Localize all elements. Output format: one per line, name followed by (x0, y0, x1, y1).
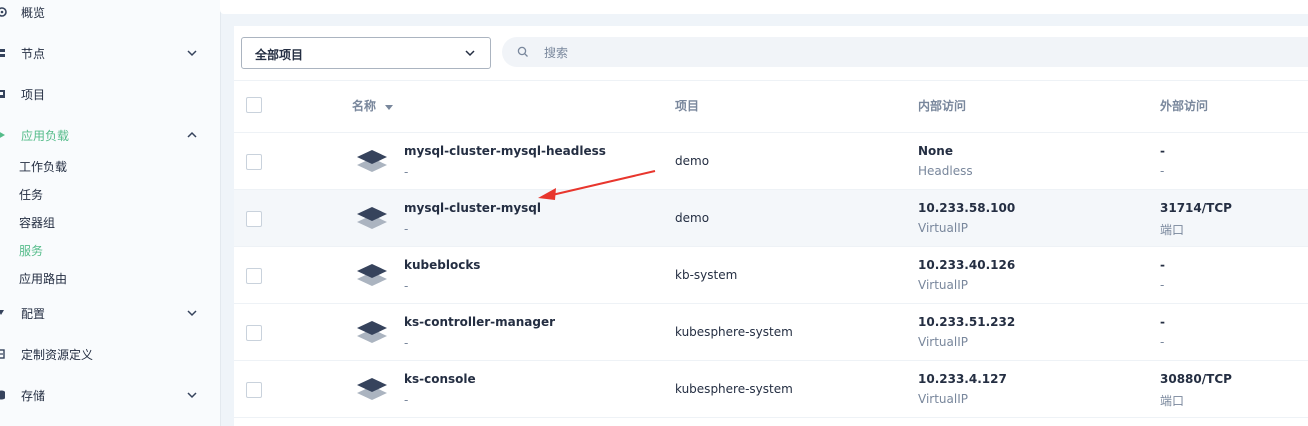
nav-item-crd[interactable]: 定制资源定义 (0, 342, 220, 366)
nav-label: 概览 (21, 5, 46, 20)
column-header-internal-access: 内部访问 (918, 99, 967, 113)
project-select[interactable]: 全部项目 (241, 37, 491, 69)
external-access-value: - (1160, 315, 1165, 329)
toolbar: 全部项目 (234, 26, 1308, 81)
sort-desc-icon[interactable] (384, 102, 394, 112)
row-checkbox[interactable] (246, 154, 262, 170)
column-header-name-label: 名称 (352, 99, 377, 113)
project-select-value: 全部项目 (255, 48, 304, 62)
internal-access-type: VirtualIP (918, 335, 968, 349)
internal-access-value: None (918, 144, 953, 158)
row-checkbox[interactable] (246, 211, 262, 227)
internal-access-value: 10.233.40.126 (918, 258, 1016, 272)
external-access-value: 30880/TCP (1160, 372, 1232, 386)
service-description: - (404, 222, 409, 236)
internal-access-type: VirtualIP (918, 278, 968, 292)
dashboard-icon (0, 7, 7, 17)
column-header-external-access: 外部访问 (1160, 99, 1209, 113)
external-access-type: - (1160, 335, 1165, 349)
external-access-value: - (1160, 144, 1165, 158)
search-icon (517, 46, 528, 57)
sidebar: 概览 节点 项目 应用负载 工作负载 任务 容器组 服务 应用路由 配置 定制资… (0, 0, 221, 426)
external-access-type: - (1160, 278, 1165, 292)
nav-item-app-workloads[interactable]: 应用负载 (0, 123, 220, 147)
internal-access-type: VirtualIP (918, 221, 968, 235)
table-row[interactable]: ks-controller-manager - kubesphere-syste… (234, 304, 1308, 361)
nav-item-nodes[interactable]: 节点 (0, 41, 220, 65)
internal-access-value: 10.233.58.100 (918, 201, 1016, 215)
storage-icon (0, 390, 5, 400)
project-cell: demo (675, 211, 710, 225)
service-name-link[interactable]: mysql-cluster-mysql (404, 201, 541, 215)
chevron-up-icon (187, 131, 197, 138)
table-row[interactable]: ks-console - kubesphere-system 10.233.4.… (234, 361, 1308, 418)
project-cell: demo (675, 154, 710, 168)
sub-item-routes[interactable]: 应用路由 (19, 269, 67, 289)
service-description: - (404, 336, 409, 350)
table-row[interactable]: mysql-cluster-mysql - demo 10.233.58.100… (234, 190, 1308, 247)
service-description: - (404, 165, 409, 179)
crd-icon (0, 349, 5, 359)
nav-label: 存储 (21, 388, 46, 403)
internal-access-value: 10.233.51.232 (918, 315, 1016, 329)
service-icon (357, 207, 387, 229)
config-icon (0, 310, 4, 315)
chevron-down-icon (187, 392, 197, 399)
search-input[interactable] (542, 43, 1046, 63)
service-name-link[interactable]: mysql-cluster-mysql-headless (404, 144, 606, 158)
internal-access-type: VirtualIP (918, 392, 968, 406)
external-access-value: - (1160, 258, 1165, 272)
sub-item-workloads[interactable]: 工作负载 (19, 157, 67, 177)
nav-label: 应用负载 (21, 128, 70, 143)
external-access-type: 端口 (1160, 394, 1185, 408)
chevron-down-icon (187, 310, 197, 317)
nav-label: 节点 (21, 46, 46, 61)
internal-access-type: Headless (918, 164, 973, 178)
external-access-type: 端口 (1160, 223, 1185, 237)
internal-access-value: 10.233.4.127 (918, 372, 1007, 386)
service-description: - (404, 393, 409, 407)
external-access-value: 31714/TCP (1160, 201, 1232, 215)
project-icon (0, 90, 5, 98)
nav-item-storage[interactable]: 存储 (0, 383, 220, 407)
services-panel: 全部项目 名称 项目 内部访问 外部访问 mysql-cluster-mysql… (234, 26, 1308, 426)
sub-item-services[interactable]: 服务 (19, 241, 43, 261)
appworkload-icon (0, 132, 5, 138)
nav-item-projects[interactable]: 项目 (0, 82, 220, 106)
server-icon (0, 49, 5, 57)
table-row[interactable]: mysql-cluster-mysql-headless - demo None… (234, 133, 1308, 190)
row-checkbox[interactable] (246, 268, 262, 284)
nav-label: 配置 (21, 306, 46, 321)
sub-item-pods[interactable]: 容器组 (19, 213, 55, 233)
nav-item-config[interactable]: 配置 (0, 301, 220, 325)
service-icon (357, 321, 387, 343)
chevron-down-icon (465, 50, 475, 57)
service-name-link[interactable]: kubeblocks (404, 258, 480, 272)
row-checkbox[interactable] (246, 382, 262, 398)
table-row[interactable]: kubeblocks - kb-system 10.233.40.126 Vir… (234, 247, 1308, 304)
column-header-project: 项目 (675, 99, 700, 113)
sub-item-jobs[interactable]: 任务 (19, 185, 43, 205)
table-header: 名称 项目 内部访问 外部访问 (234, 80, 1308, 133)
search-bar[interactable] (502, 37, 1308, 67)
project-cell: kubesphere-system (675, 325, 793, 339)
service-icon (357, 150, 387, 172)
service-icon (357, 264, 387, 286)
chevron-down-icon (187, 50, 197, 57)
nav-item-overview[interactable]: 概览 (0, 0, 220, 24)
project-cell: kubesphere-system (675, 382, 793, 396)
service-name-link[interactable]: ks-controller-manager (404, 315, 555, 329)
service-description: - (404, 279, 409, 293)
external-access-type: - (1160, 164, 1165, 178)
project-cell: kb-system (675, 268, 738, 282)
nav-label: 项目 (21, 87, 46, 102)
column-header-name[interactable]: 名称 (352, 97, 394, 114)
row-checkbox[interactable] (246, 325, 262, 341)
service-name-link[interactable]: ks-console (404, 372, 476, 386)
top-banner-card (220, 0, 1308, 14)
nav-label: 定制资源定义 (21, 347, 94, 362)
select-all-checkbox[interactable] (246, 97, 262, 113)
service-icon (357, 378, 387, 400)
